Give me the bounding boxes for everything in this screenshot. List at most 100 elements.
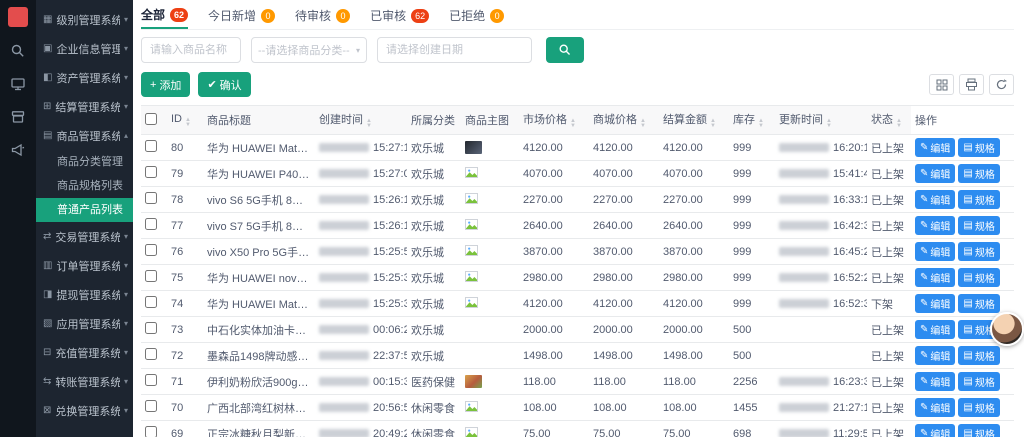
row-select-cell xyxy=(141,342,167,369)
monitor-icon[interactable] xyxy=(9,75,27,93)
sort-icon[interactable]: ▲ ▼ xyxy=(710,118,716,129)
confirm-button[interactable]: ✔ 确认 xyxy=(198,72,251,97)
title-cell: 华为 HUAWEI nova 7 5G xyxy=(203,264,315,291)
menu-item[interactable]: ⇄ 交易管理系统 ▾ xyxy=(36,222,133,251)
image-cell xyxy=(461,212,519,239)
title-cell: 中石化实体加油卡小额... xyxy=(203,316,315,343)
row-checkbox[interactable] xyxy=(145,296,157,308)
column-header[interactable]: 结算金额 ▲ ▼ xyxy=(659,105,729,135)
add-button[interactable]: + 添加 xyxy=(141,72,191,97)
submenu-item[interactable]: 商品分类管理 xyxy=(36,150,133,174)
refresh-icon[interactable] xyxy=(989,74,1014,95)
support-avatar[interactable] xyxy=(990,312,1024,346)
row-checkbox[interactable] xyxy=(145,322,157,334)
row-checkbox[interactable] xyxy=(145,348,157,360)
sort-icon[interactable]: ▲ ▼ xyxy=(896,118,902,129)
row-checkbox[interactable] xyxy=(145,426,157,437)
status-cell: 已上架 xyxy=(867,264,911,291)
menu-item[interactable]: ▣ 企业信息管理 ▾ xyxy=(36,34,133,63)
edit-button[interactable]: ✎ 编辑 xyxy=(915,268,956,287)
market-price-cell: 4120.00 xyxy=(519,290,589,317)
edit-button[interactable]: ✎ 编辑 xyxy=(915,164,956,183)
sort-icon[interactable]: ▲ ▼ xyxy=(640,118,646,129)
menu-item[interactable]: ▧ 应用管理系统 ▾ xyxy=(36,309,133,338)
status-tab[interactable]: 待审核 0 xyxy=(295,2,351,29)
menu-item[interactable]: ⇆ 转账管理系统 ▾ xyxy=(36,367,133,396)
submenu-item[interactable]: 普通产品列表 xyxy=(36,198,133,222)
spec-button[interactable]: ▤ 规格 xyxy=(958,398,1000,417)
spec-button[interactable]: ▤ 规格 xyxy=(958,424,1000,437)
menu-item[interactable]: ▤ 商品管理系统 ▴ xyxy=(36,121,133,150)
spec-button[interactable]: ▤ 规格 xyxy=(958,216,1000,235)
column-header[interactable]: ID ▲ ▼ xyxy=(167,105,203,135)
column-header[interactable]: 市场价格 ▲ ▼ xyxy=(519,105,589,135)
sort-icon[interactable]: ▲ ▼ xyxy=(570,118,576,129)
settle-amount-cell: 108.00 xyxy=(659,394,729,421)
status-tab[interactable]: 全部 62 xyxy=(141,2,189,29)
row-checkbox[interactable] xyxy=(145,270,157,282)
status-tab[interactable]: 今日新增 0 xyxy=(208,2,276,29)
edit-button[interactable]: ✎ 编辑 xyxy=(915,398,956,417)
printer-icon[interactable] xyxy=(959,74,984,95)
menu-item[interactable]: ▦ 级别管理系统 ▾ xyxy=(36,5,133,34)
spec-button[interactable]: ▤ 规格 xyxy=(958,346,1000,365)
spec-button[interactable]: ▤ 规格 xyxy=(958,190,1000,209)
redacted-date xyxy=(779,194,829,204)
menu-item[interactable]: ⊟ 充值管理系统 ▾ xyxy=(36,338,133,367)
column-header[interactable]: 创建时间 ▲ ▼ xyxy=(315,105,407,135)
pencil-icon: ✎ xyxy=(920,428,929,437)
menu-item[interactable]: ◨ 提现管理系统 ▾ xyxy=(36,280,133,309)
status-tab[interactable]: 已拒绝 0 xyxy=(449,2,505,29)
row-checkbox[interactable] xyxy=(145,244,157,256)
column-header[interactable]: 更新时间 ▲ ▼ xyxy=(775,105,867,135)
product-thumbnail xyxy=(465,141,482,154)
edit-button[interactable]: ✎ 编辑 xyxy=(915,372,956,391)
select-all-checkbox[interactable] xyxy=(145,112,157,125)
category-select[interactable]: --请选择商品分类-- ▾ xyxy=(251,37,367,63)
mall-price-cell: 4070.00 xyxy=(589,160,659,187)
edit-button[interactable]: ✎ 编辑 xyxy=(915,294,956,313)
edit-button[interactable]: ✎ 编辑 xyxy=(915,190,956,209)
menu-item[interactable]: ◧ 资产管理系统 ▾ xyxy=(36,63,133,92)
menu-item[interactable]: ▥ 订单管理系统 ▾ xyxy=(36,251,133,280)
menu-item[interactable]: ⊞ 结算管理系统 ▾ xyxy=(36,92,133,121)
spec-button[interactable]: ▤ 规格 xyxy=(958,242,1000,261)
spec-button[interactable]: ▤ 规格 xyxy=(958,138,1000,157)
row-checkbox[interactable] xyxy=(145,374,157,386)
spec-button[interactable]: ▤ 规格 xyxy=(958,372,1000,391)
chevron-down-icon: ▾ xyxy=(123,44,128,53)
create-date-input[interactable] xyxy=(377,37,532,63)
column-header[interactable]: 库存 ▲ ▼ xyxy=(729,105,775,135)
sort-icon[interactable]: ▲ ▼ xyxy=(758,118,764,129)
spec-button[interactable]: ▤ 规格 xyxy=(958,164,1000,183)
sort-icon[interactable]: ▲ ▼ xyxy=(185,117,191,128)
row-checkbox[interactable] xyxy=(145,140,157,152)
submenu-item[interactable]: 商品规格列表 xyxy=(36,174,133,198)
edit-button[interactable]: ✎ 编辑 xyxy=(915,242,956,261)
row-checkbox[interactable] xyxy=(145,166,157,178)
row-checkbox[interactable] xyxy=(145,192,157,204)
spec-button[interactable]: ▤ 规格 xyxy=(958,268,1000,287)
search-icon[interactable] xyxy=(9,42,27,60)
row-checkbox[interactable] xyxy=(145,400,157,412)
spec-button[interactable]: ▤ 规格 xyxy=(958,294,1000,313)
product-name-input[interactable] xyxy=(141,37,241,63)
row-checkbox[interactable] xyxy=(145,218,157,230)
edit-button[interactable]: ✎ 编辑 xyxy=(915,216,956,235)
edit-button[interactable]: ✎ 编辑 xyxy=(915,424,956,437)
sort-icon[interactable]: ▲ ▼ xyxy=(366,118,372,129)
status-tab[interactable]: 已审核 62 xyxy=(370,2,430,29)
edit-button[interactable]: ✎ 编辑 xyxy=(915,346,956,365)
actions-cell: ✎ 编辑 ▤ 规格 xyxy=(911,264,1014,291)
archive-icon[interactable] xyxy=(9,108,27,126)
edit-button[interactable]: ✎ 编辑 xyxy=(915,138,956,157)
column-header[interactable]: 商城价格 ▲ ▼ xyxy=(589,105,659,135)
grid-columns-icon[interactable] xyxy=(929,74,954,95)
megaphone-icon[interactable] xyxy=(9,141,27,159)
search-button[interactable] xyxy=(546,37,584,63)
column-header[interactable]: 状态 ▲ ▼ xyxy=(867,105,911,135)
table-row: 71伊利奶粉欣活900g1提装...00:15:36医药保健118.00118.… xyxy=(141,368,1014,395)
menu-item[interactable]: ⊠ 兑换管理系统 ▾ xyxy=(36,396,133,425)
edit-button[interactable]: ✎ 编辑 xyxy=(915,320,956,339)
sort-icon[interactable]: ▲ ▼ xyxy=(826,118,832,129)
